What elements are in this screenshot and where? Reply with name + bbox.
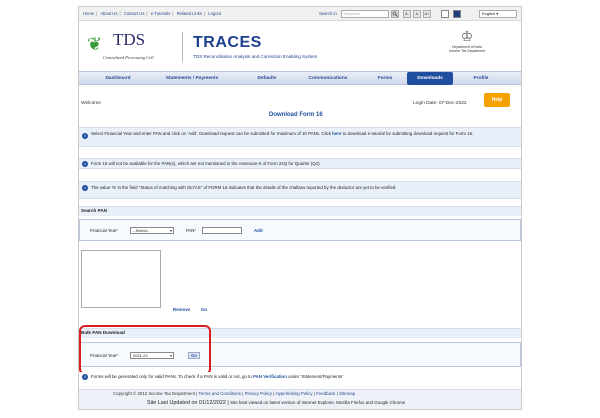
nav-dashboard[interactable]: Dashboard	[97, 72, 139, 85]
footer-hyperlinking[interactable]: Hyperlinking Policy	[275, 391, 312, 396]
top-links: Home | About Us | Contact Us | e-Tutorials |…	[83, 11, 222, 16]
pan-verification-link[interactable]: PAN Verification	[253, 374, 287, 379]
footer-feedback[interactable]: Feedback	[316, 391, 335, 396]
traces-page: Home | About Us | Contact Us | e-Tutorials |…	[78, 6, 522, 410]
info-icon: i	[82, 133, 88, 139]
nav-defaults[interactable]: Defaults	[247, 72, 287, 85]
add-button[interactable]: Add	[254, 228, 263, 233]
contrast-light-icon[interactable]	[441, 10, 449, 18]
font-decrease-button[interactable]: A-	[403, 10, 411, 18]
page-title: Download Form 16	[269, 112, 323, 118]
info-icon: i	[82, 374, 88, 380]
link-contact-us[interactable]: Contact Us	[124, 11, 145, 16]
search-input[interactable]: Keyword	[341, 10, 389, 18]
go-button-upper[interactable]: Go	[201, 307, 207, 312]
info-box-1: i Select Financial Year and enter PAN an…	[79, 127, 521, 147]
highlight-box	[79, 325, 211, 375]
app-subtitle: TDS Reconciliation Analysis and Correcti…	[193, 54, 318, 59]
fy-select[interactable]: --Select-- ▾	[130, 227, 174, 234]
footer-info: Site Last Updated on 01/12/2022 | Site b…	[147, 400, 406, 406]
header: ❦ TDS Centralized Processing Cell TRACES…	[79, 22, 521, 70]
logo-caption: Centralized Processing Cell	[103, 55, 154, 60]
info-icon: i	[82, 161, 88, 167]
nav-statements-payments[interactable]: Statements / Payments	[153, 72, 231, 85]
login-date: Login Date: 07-Dec-2022	[413, 101, 467, 106]
top-links-bar: Home | About Us | Contact Us | e-Tutorials |…	[79, 7, 521, 21]
emblem-caption-2: Income Tax Department	[449, 49, 485, 53]
info-text-2: Form 16 will not be available for the PA…	[91, 161, 320, 166]
app-title: TRACES	[193, 34, 262, 51]
footer-terms[interactable]: Terms and Conditions	[199, 391, 241, 396]
screenshot-frame: Home | About Us | Contact Us | e-Tutorials |…	[0, 0, 600, 418]
footer-privacy[interactable]: Privacy Policy	[245, 391, 272, 396]
font-normal-button[interactable]: A	[413, 10, 421, 18]
search-label: Search in	[319, 11, 337, 16]
national-emblem-icon: ♔	[460, 28, 474, 44]
fy-label: Financial Year*	[90, 228, 118, 233]
help-button[interactable]: Help	[484, 93, 510, 107]
footer-sitemap[interactable]: Sitemap	[339, 391, 355, 396]
header-divider	[182, 32, 183, 62]
search-pan-title: Search PAN	[81, 208, 107, 213]
link-logout[interactable]: Logout	[208, 11, 221, 16]
info-icon: i	[82, 185, 88, 191]
note-text: Forms will be generated only for valid P…	[91, 374, 343, 379]
font-increase-button[interactable]: A+	[423, 10, 431, 18]
note-box: i Forms will be generated only for valid…	[79, 372, 521, 382]
tds-logo: ❦ TDS Centralized Processing Cell	[87, 28, 177, 64]
nav-downloads[interactable]: Downloads	[407, 72, 453, 85]
best-viewed: Site best viewed on latest version of In…	[230, 400, 406, 405]
leaf-icon: ❦	[87, 34, 103, 54]
link-about-us[interactable]: About Us	[100, 11, 117, 16]
pan-label: PAN*	[186, 228, 196, 233]
main-nav: Dashboard Statements / Payments Defaults…	[79, 71, 521, 85]
welcome-text: Welcome	[81, 101, 101, 106]
link-e-tutorials[interactable]: e-Tutorials	[151, 11, 171, 16]
contrast-dark-icon[interactable]	[453, 10, 461, 18]
pan-input[interactable]	[202, 227, 242, 234]
nav-profile[interactable]: Profile	[463, 72, 499, 85]
emblem: ♔ Department of India Income Tax Departm…	[447, 28, 487, 66]
search-pan-band	[79, 206, 521, 216]
nav-forms[interactable]: Forms	[369, 72, 401, 85]
logo-text: TDS	[113, 30, 146, 49]
info-box-2: i Form 16 will not be available for the …	[79, 158, 521, 169]
copyright: Copyright © 2012 Income Tax Department	[113, 391, 195, 396]
footer-links: Copyright © 2012 Income Tax Department |…	[113, 391, 356, 396]
link-related-links[interactable]: Related Links	[177, 11, 202, 16]
remove-button[interactable]: Remove	[173, 307, 190, 312]
info-text-1: Select Financial Year and enter PAN and …	[91, 131, 474, 136]
nav-communications[interactable]: Communications	[299, 72, 357, 85]
search-pan-form: Financial Year* --Select-- ▾ PAN* Add	[79, 219, 521, 241]
search-icon[interactable]	[391, 10, 399, 18]
site-updated: Site Last Updated on 01/12/2022	[147, 400, 226, 406]
pan-list-box[interactable]	[81, 250, 161, 308]
link-home[interactable]: Home	[83, 11, 94, 16]
language-select[interactable]: English ▾	[479, 10, 517, 18]
info-box-3: i The value 'N' in the field "Status of …	[79, 181, 521, 199]
info-text-3: The value 'N' in the field "Status of ma…	[91, 185, 397, 190]
